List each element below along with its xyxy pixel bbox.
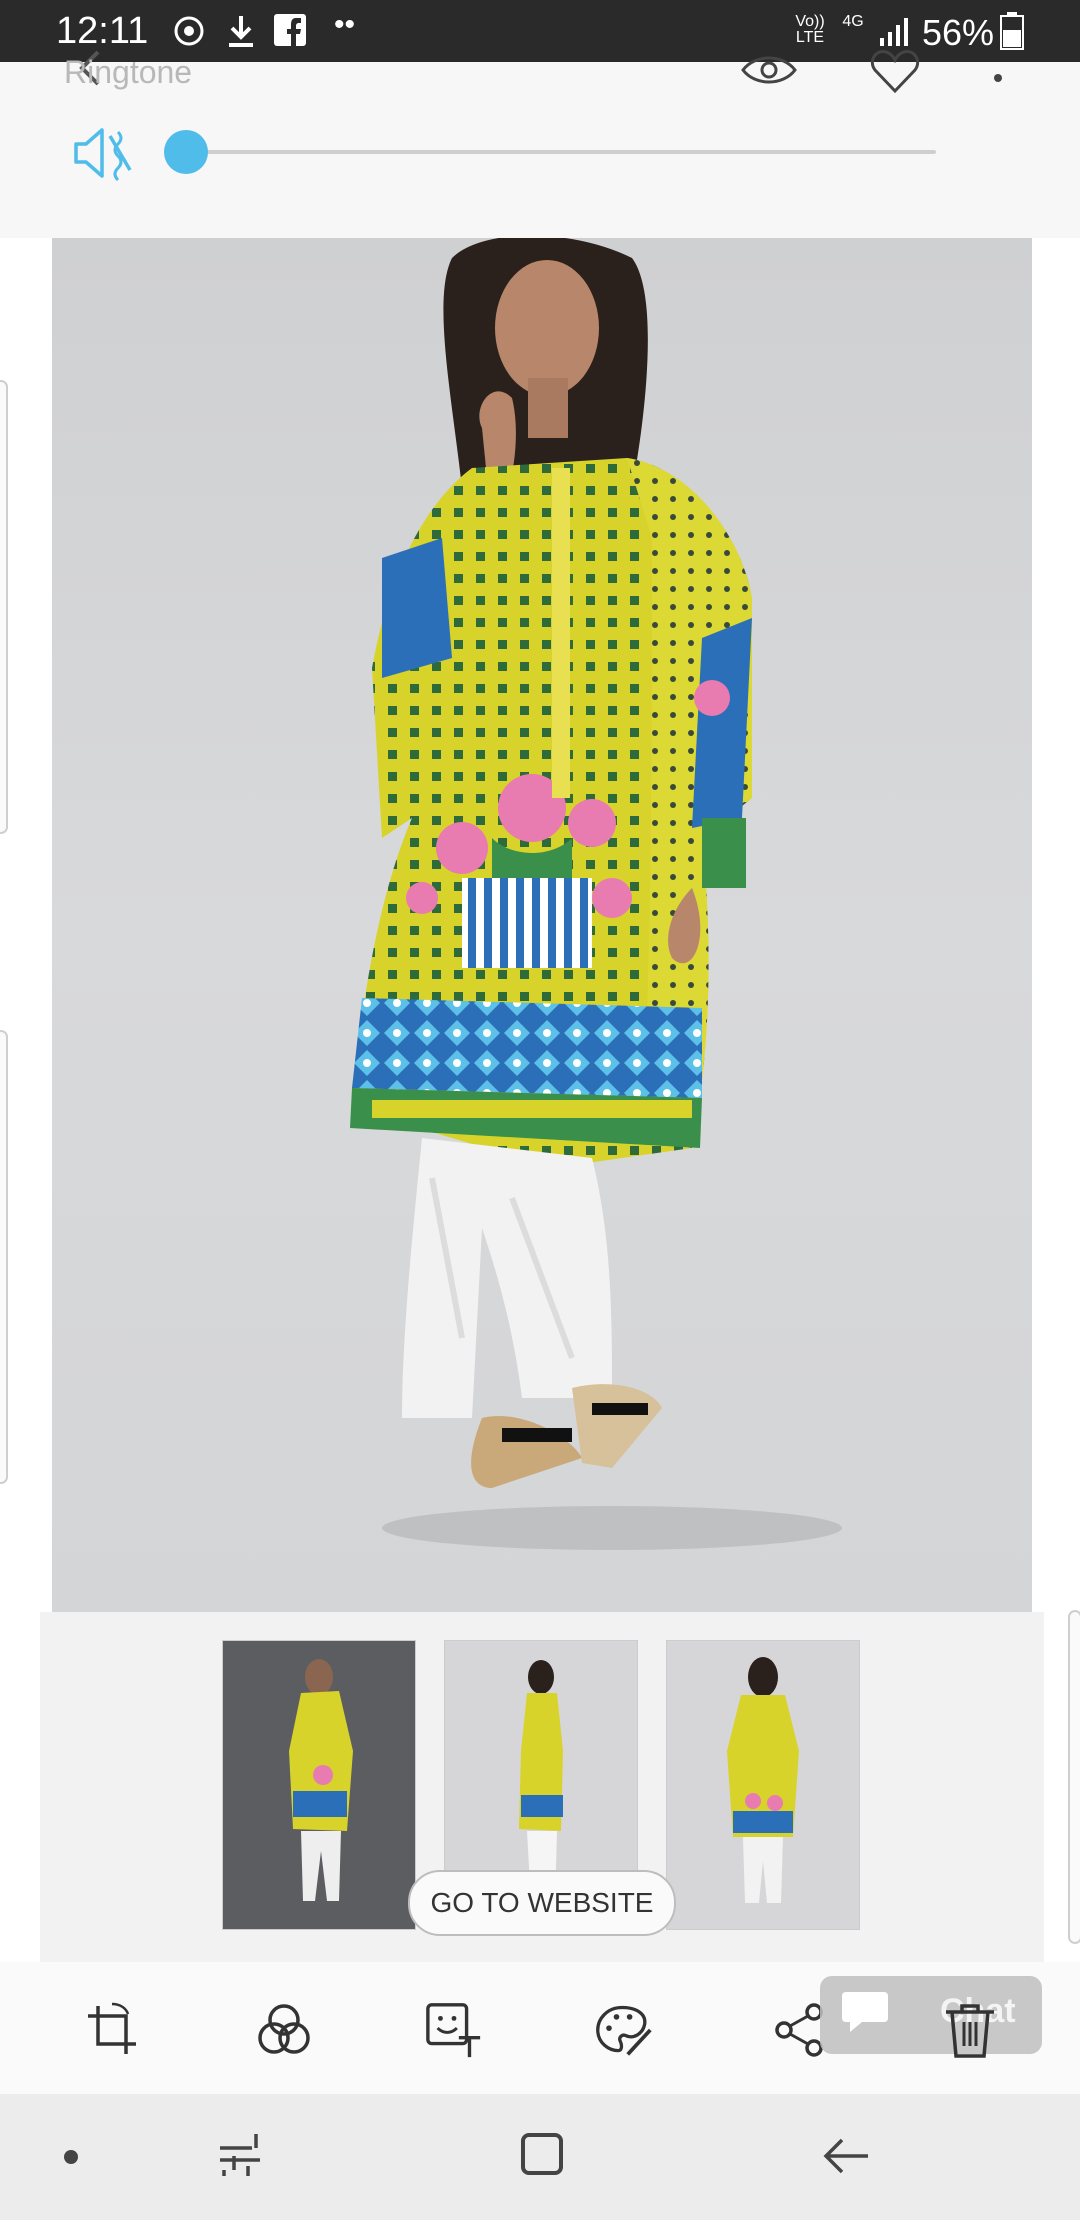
facebook-icon bbox=[274, 14, 306, 46]
sticker-text-icon[interactable] bbox=[424, 2000, 484, 2060]
more-notifications-icon: •• bbox=[334, 8, 356, 41]
back-button-icon[interactable] bbox=[822, 2134, 872, 2178]
volume-panel: Ringtone bbox=[0, 50, 1080, 238]
thumbnail-image bbox=[289, 1659, 353, 1901]
status-time: 12:11 bbox=[56, 10, 149, 52]
left-edge-handle[interactable] bbox=[0, 380, 8, 834]
left-edge-handle[interactable] bbox=[0, 1030, 8, 1484]
favorite-heart-icon[interactable] bbox=[870, 48, 920, 94]
network-type: 4G bbox=[842, 13, 864, 30]
filter-icon[interactable] bbox=[254, 2000, 314, 2060]
battery-icon bbox=[1000, 12, 1024, 50]
battery-percent: 56% bbox=[922, 12, 995, 53]
right-edge-handle[interactable] bbox=[1068, 1610, 1080, 1944]
thumbnail-image bbox=[727, 1657, 799, 1903]
thumbnail-front[interactable] bbox=[222, 1640, 416, 1930]
go-to-website-button[interactable]: GO TO WEBSITE bbox=[408, 1870, 676, 1936]
chat-icon[interactable] bbox=[840, 1990, 890, 2034]
volume-slider-track[interactable] bbox=[188, 150, 936, 154]
mute-speaker-icon[interactable] bbox=[72, 124, 134, 182]
eye-icon[interactable] bbox=[740, 52, 798, 88]
download-icon bbox=[229, 16, 253, 47]
more-options-icon[interactable] bbox=[990, 48, 1006, 88]
thumbnail-back[interactable] bbox=[666, 1640, 860, 1930]
product-photo[interactable] bbox=[52, 238, 1032, 1612]
delete-trash-icon[interactable] bbox=[940, 2000, 1000, 2060]
volte-indicator: Vo)) LTE bbox=[795, 13, 825, 46]
crop-rotate-icon[interactable] bbox=[82, 2000, 142, 2060]
volume-slider-thumb[interactable] bbox=[164, 130, 208, 174]
draw-palette-icon[interactable] bbox=[594, 2000, 654, 2060]
recent-apps-icon[interactable] bbox=[214, 2130, 266, 2180]
model-in-kurta-image bbox=[350, 238, 842, 1550]
ringtone-label: Ringtone bbox=[64, 54, 193, 90]
nav-dot-indicator bbox=[64, 2150, 78, 2164]
home-button-icon[interactable] bbox=[518, 2130, 566, 2178]
sync-icon bbox=[174, 16, 204, 46]
signal-icon bbox=[880, 18, 908, 46]
